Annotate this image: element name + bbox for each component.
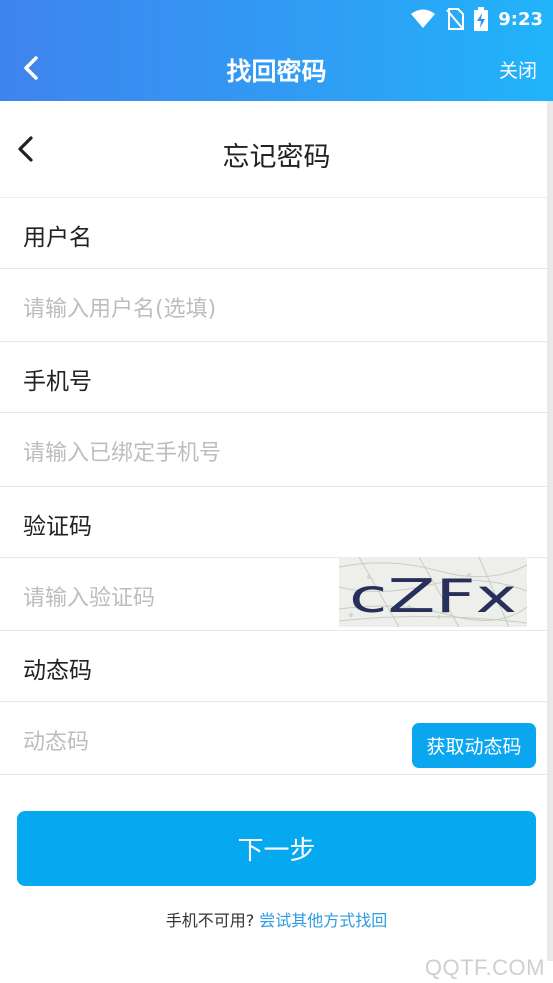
app-header: 9:23 找回密码 关闭	[0, 0, 553, 101]
phone-field[interactable]: 请输入已绑定手机号	[0, 413, 553, 487]
captcha-label-row: 验证码	[0, 487, 553, 558]
phone-unavailable-text: 手机不可用?	[165, 911, 255, 930]
phone-label: 手机号	[23, 369, 92, 395]
close-button[interactable]: 关闭	[499, 56, 537, 83]
status-icons: 9:23	[410, 6, 543, 32]
status-bar: 9:23	[0, 0, 553, 38]
captcha-label: 验证码	[23, 514, 92, 540]
get-dynamic-code-button[interactable]: 获取动态码	[412, 723, 536, 768]
captcha-image[interactable]: cZFx	[339, 557, 527, 627]
watermark: QQTF.COM	[424, 955, 545, 980]
status-time: 9:23	[498, 8, 543, 30]
footer: 手机不可用? 尝试其他方式找回	[0, 907, 553, 931]
battery-charging-icon	[474, 7, 489, 31]
username-input[interactable]: 请输入用户名(选填)	[23, 291, 216, 323]
phone-input[interactable]: 请输入已绑定手机号	[23, 435, 221, 467]
header-title: 找回密码	[226, 57, 327, 86]
scrollbar-track	[547, 101, 553, 961]
captcha-text: cZFx	[349, 569, 517, 623]
username-label: 用户名	[23, 225, 92, 251]
no-sim-icon	[446, 8, 465, 30]
username-label-row: 用户名	[0, 198, 553, 269]
username-field[interactable]: 请输入用户名(选填)	[0, 269, 553, 342]
next-step-button[interactable]: 下一步	[17, 811, 536, 886]
captcha-input[interactable]: 请输入验证码	[23, 580, 155, 612]
phone-label-row: 手机号	[0, 342, 553, 413]
dynamic-code-label-row: 动态码	[0, 631, 553, 702]
dynamic-code-input[interactable]: 动态码	[23, 724, 89, 756]
alternative-recovery-link[interactable]: 尝试其他方式找回	[259, 911, 387, 930]
wifi-icon	[411, 9, 436, 28]
page-title: 忘记密码	[222, 142, 331, 173]
dynamic-code-label: 动态码	[23, 658, 92, 684]
page-header: 忘记密码	[0, 101, 553, 198]
nav-bar: 找回密码 关闭	[0, 38, 553, 101]
